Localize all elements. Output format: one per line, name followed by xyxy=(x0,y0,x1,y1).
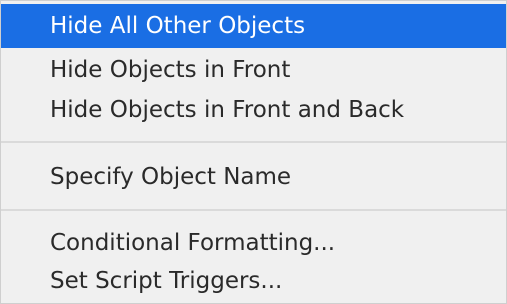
menu-separator xyxy=(1,141,506,143)
menu-item-set-script-triggers[interactable]: Set Script Triggers... xyxy=(1,259,506,303)
menu-item-hide-objects-in-front[interactable]: Hide Objects in Front xyxy=(1,48,506,92)
menu-separator xyxy=(1,209,506,211)
menu-item-hide-objects-in-front-and-back[interactable]: Hide Objects in Front and Back xyxy=(1,88,506,132)
menu-item-hide-all-other-objects[interactable]: Hide All Other Objects xyxy=(1,4,506,48)
context-menu: Hide All Other Objects Hide Objects in F… xyxy=(0,0,507,304)
menu-item-specify-object-name[interactable]: Specify Object Name xyxy=(1,155,506,199)
